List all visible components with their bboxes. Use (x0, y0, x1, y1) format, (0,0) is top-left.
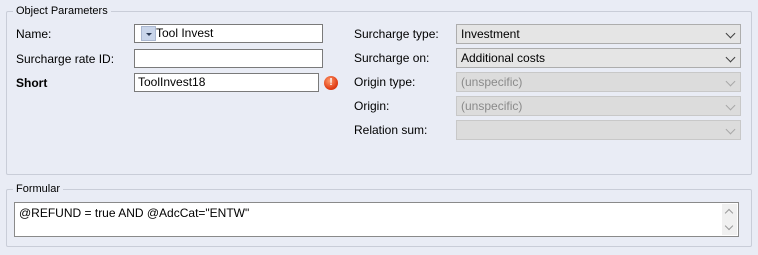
name-label: Name: (16, 27, 52, 41)
short-label: Short (16, 76, 48, 90)
surcharge-type-label: Surcharge type: (354, 27, 439, 41)
origin-type-value: (unspecific) (461, 75, 523, 89)
name-dropdown-icon[interactable] (141, 26, 156, 41)
scroll-down-icon[interactable] (724, 221, 734, 231)
formula-scrollbar[interactable] (722, 204, 737, 235)
surcharge-on-label: Surcharge on: (354, 51, 430, 65)
origin-value: (unspecific) (461, 99, 523, 113)
chevron-down-icon (725, 100, 736, 111)
chevron-down-icon (725, 76, 736, 87)
relation-sum-label: Relation sum: (354, 123, 428, 137)
object-parameters-title: Object Parameters (13, 4, 111, 18)
short-value: ToolInvest18 (138, 75, 206, 89)
scroll-up-icon[interactable] (724, 208, 734, 218)
surcharge-on-select[interactable]: Additional costs (456, 48, 741, 68)
origin-type-select[interactable]: (unspecific) (456, 72, 741, 92)
origin-select[interactable]: (unspecific) (456, 96, 741, 116)
relation-sum-select[interactable] (456, 120, 741, 140)
formula-textarea[interactable]: @REFUND = true AND @AdcCat="ENTW" (14, 202, 739, 237)
surcharge-rate-id-label: Surcharge rate ID: (16, 52, 115, 66)
surcharge-type-select[interactable]: Investment (456, 24, 741, 44)
chevron-down-icon (725, 52, 736, 63)
surcharge-rate-id-field[interactable] (134, 49, 323, 68)
origin-label: Origin: (354, 99, 390, 113)
chevron-down-icon (725, 28, 736, 39)
surcharge-on-value: Additional costs (461, 51, 546, 65)
surcharge-type-value: Investment (461, 27, 520, 41)
formular-title: Formular (13, 182, 64, 196)
short-field[interactable]: ToolInvest18 (134, 73, 319, 92)
origin-type-label: Origin type: (354, 75, 416, 89)
chevron-down-icon (725, 124, 736, 135)
formula-value: @REFUND = true AND @AdcCat="ENTW" (19, 206, 250, 220)
name-field[interactable]: Tool Invest (134, 24, 323, 43)
exclamation-warning-icon: ! (324, 76, 338, 90)
name-value: Tool Invest (156, 26, 214, 40)
